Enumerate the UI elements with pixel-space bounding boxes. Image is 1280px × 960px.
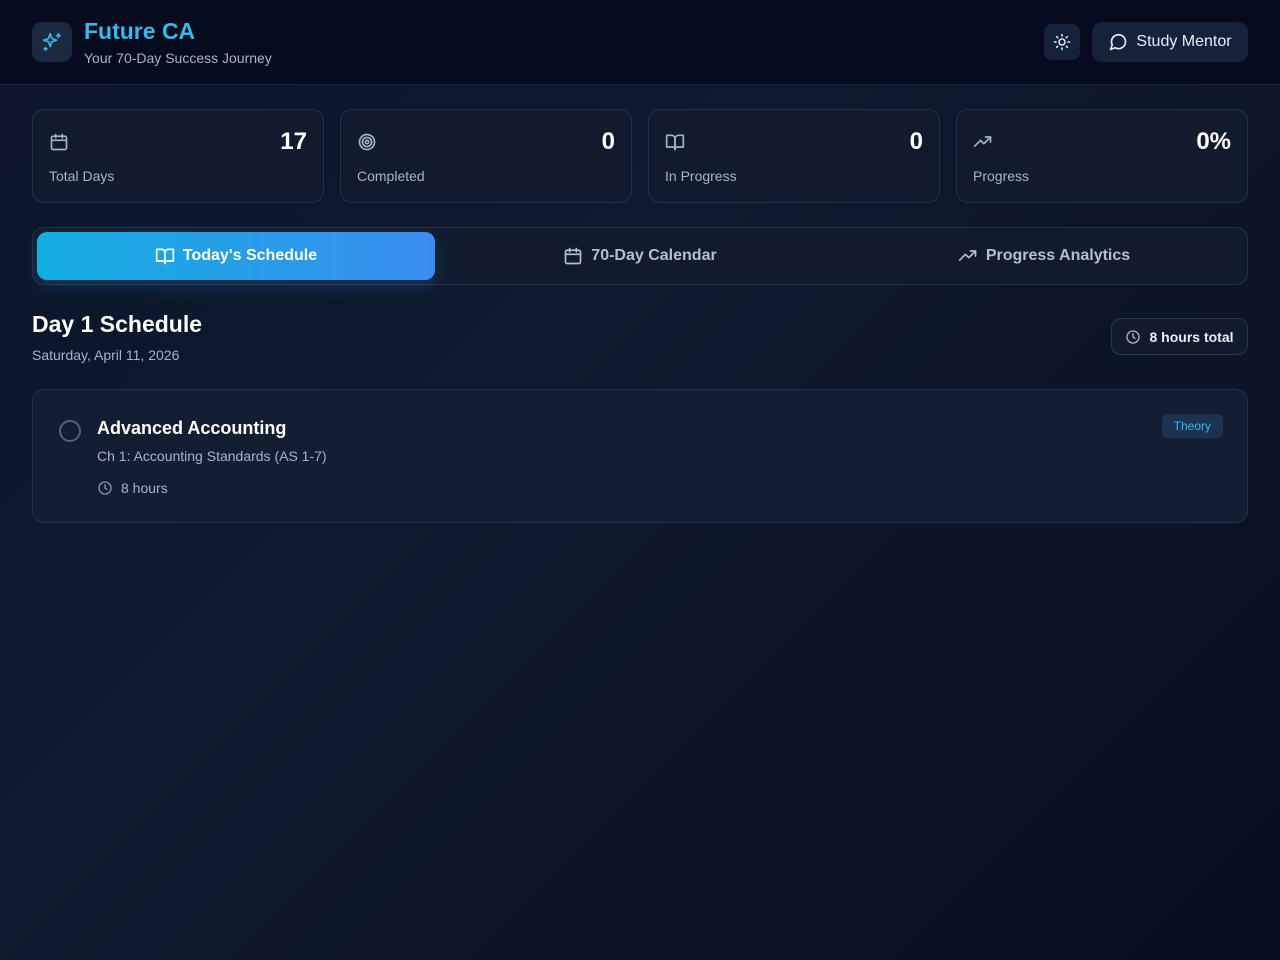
task-hours-label: 8 hours [121, 480, 168, 496]
chat-icon [1110, 33, 1127, 51]
study-mentor-button[interactable]: Study Mentor [1092, 22, 1248, 62]
task-title: Advanced Accounting [97, 418, 287, 438]
task-complete-checkbox[interactable] [59, 420, 81, 442]
task-hours: 8 hours [97, 480, 168, 496]
hours-total-badge: 8 hours total [1111, 318, 1248, 355]
tab-label: Progress Analytics [985, 247, 1131, 264]
trending-up-icon [973, 136, 992, 147]
stat-value: 0 [909, 128, 923, 155]
calendar-icon [50, 133, 68, 151]
tab-label: Today's Schedule [182, 247, 318, 264]
task-type-badge: Theory [1161, 414, 1223, 438]
page-title: Day 1 Schedule [32, 311, 203, 337]
book-open-icon [665, 134, 685, 151]
stat-label: In Progress [665, 168, 737, 184]
stat-label: Progress [973, 168, 1030, 184]
stat-card-total-days: 17 Total Days [32, 109, 324, 203]
trending-up-icon [958, 250, 977, 261]
stat-card-in-progress: 0 In Progress [648, 109, 940, 203]
stat-value: 17 [280, 128, 307, 155]
stat-label: Total Days [49, 168, 115, 184]
target-icon [358, 133, 376, 151]
tab-70-day-calendar[interactable]: 70-Day Calendar [441, 232, 839, 280]
theme-toggle-button[interactable] [1044, 24, 1080, 60]
stat-label: Completed [357, 168, 425, 184]
stat-value: 0% [1196, 128, 1231, 155]
tab-label: 70-Day Calendar [591, 247, 717, 264]
hours-total-label: 8 hours total [1149, 328, 1234, 345]
book-open-icon [155, 248, 175, 265]
tab-progress-analytics[interactable]: Progress Analytics [845, 232, 1243, 280]
task-chapter: Ch 1: Accounting Standards (AS 1-7) [97, 448, 327, 464]
app-subtitle: Your 70-Day Success Journey [84, 50, 272, 66]
study-mentor-label: Study Mentor [1136, 33, 1232, 50]
app-title: Future CA [84, 18, 196, 44]
stat-card-completed: 0 Completed [340, 109, 632, 203]
clock-icon [98, 481, 112, 495]
stat-value: 0 [601, 128, 615, 155]
sun-icon [1053, 33, 1071, 51]
clock-icon [1126, 329, 1141, 344]
schedule-date: Saturday, April 11, 2026 [32, 347, 180, 363]
task-card: Advanced Accounting Ch 1: Accounting Sta… [32, 389, 1248, 523]
view-tabs: Today's Schedule 70-Day Calendar Progres… [32, 227, 1248, 285]
calendar-icon [564, 247, 582, 265]
sparkles-icon [32, 22, 72, 62]
stat-card-progress: 0% Progress [956, 109, 1248, 203]
tab-todays-schedule[interactable]: Today's Schedule [37, 232, 435, 280]
app-header: Future CA Your 70-Day Success Journey St… [0, 0, 1280, 85]
